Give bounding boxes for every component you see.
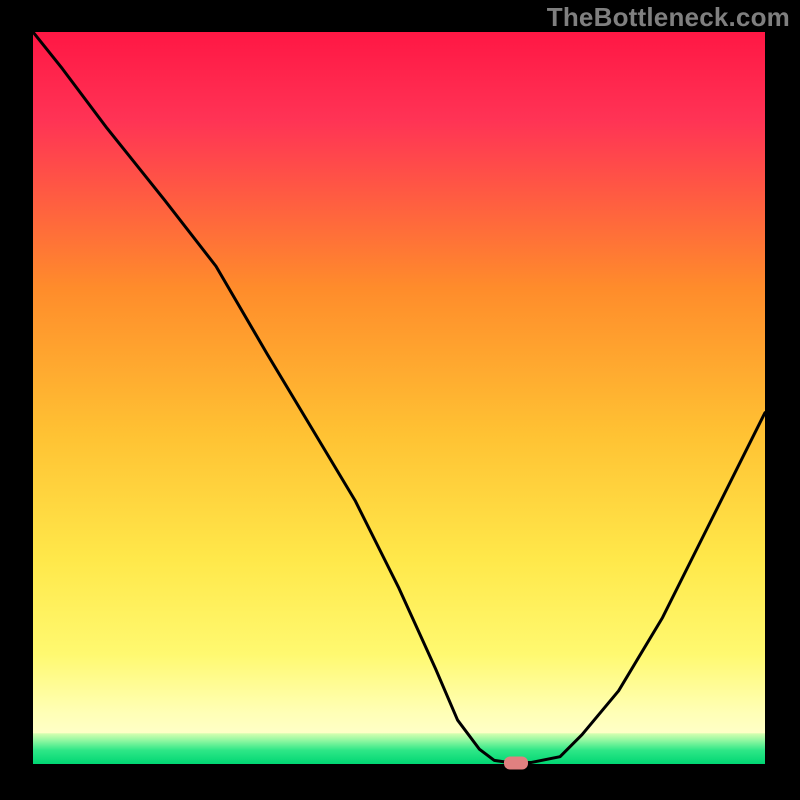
- chart-canvas: [33, 32, 765, 764]
- site-watermark: TheBottleneck.com: [547, 2, 790, 33]
- green-band: [33, 733, 765, 764]
- chart-stage: TheBottleneck.com: [0, 0, 800, 800]
- gradient-background: [33, 32, 765, 764]
- chart-plot-area: [33, 32, 765, 764]
- optimal-point-marker: [504, 756, 528, 769]
